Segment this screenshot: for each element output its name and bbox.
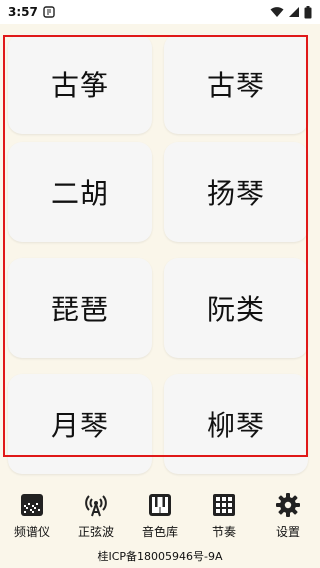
status-time: 3:57 [8, 5, 38, 19]
status-left: 3:57 [8, 5, 55, 19]
signal-icon [289, 7, 299, 17]
nav-label: 节奏 [211, 525, 236, 539]
nav-sine-wave[interactable]: 正弦波 [64, 492, 128, 540]
piano-icon [149, 494, 171, 516]
instrument-tile[interactable]: 柳琴 [164, 374, 308, 474]
nav-label: 音色库 [141, 525, 178, 539]
instrument-tile[interactable]: 月琴 [8, 374, 152, 474]
instrument-tile[interactable]: 扬琴 [164, 142, 308, 242]
wifi-icon [270, 7, 284, 17]
icp-footer[interactable]: 桂ICP备18005946号-9A [0, 548, 320, 568]
instrument-tile[interactable]: 古琴 [164, 34, 308, 134]
nav-rhythm[interactable]: 节奏 [192, 492, 256, 540]
gear-icon [276, 493, 300, 517]
instrument-tile[interactable]: 二胡 [8, 142, 152, 242]
nav-label: 设置 [275, 525, 300, 539]
nav-spectrum[interactable]: 频谱仪 [0, 492, 64, 540]
bottom-nav: 频谱仪 正弦波 音色库 节奏 设置 [0, 484, 320, 546]
nav-label: 正弦波 [77, 525, 114, 539]
instrument-tile[interactable]: 古筝 [8, 34, 152, 134]
spectrum-icon [21, 494, 43, 516]
battery-icon [304, 5, 312, 18]
instrument-tile[interactable]: 阮类 [164, 258, 308, 358]
nav-settings[interactable]: 设置 [256, 492, 320, 540]
nav-sound-library[interactable]: 音色库 [128, 492, 192, 540]
grid-icon [213, 494, 235, 516]
nav-label: 频谱仪 [13, 525, 50, 539]
notification-icon [43, 6, 55, 18]
status-right [270, 5, 312, 19]
status-bar: 3:57 [0, 0, 320, 24]
instrument-list[interactable]: 古筝 古琴 二胡 扬琴 琵琶 阮类 月琴 柳琴 [0, 24, 320, 484]
antenna-icon [85, 495, 107, 517]
instrument-tile[interactable]: 琵琶 [8, 258, 152, 358]
